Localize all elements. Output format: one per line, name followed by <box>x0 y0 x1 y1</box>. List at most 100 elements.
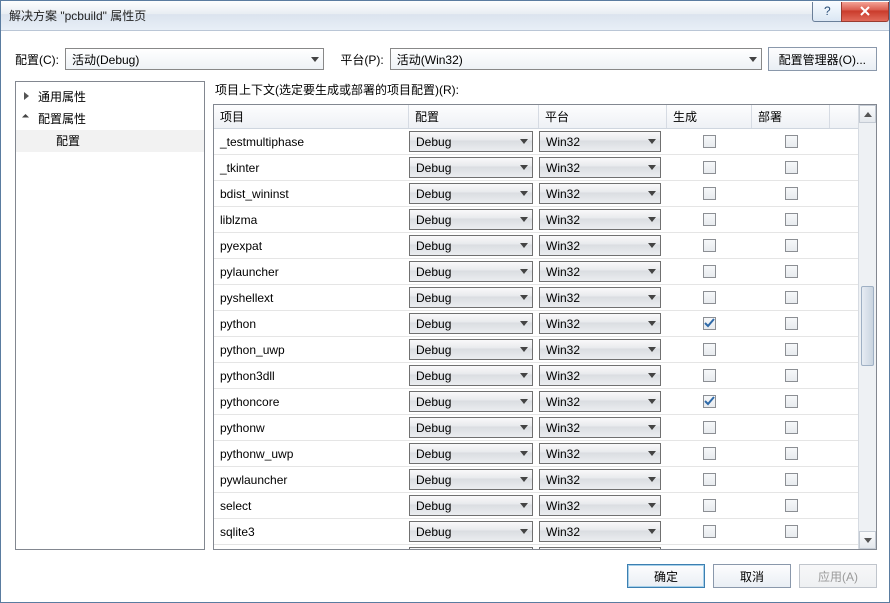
config-dropdown[interactable]: Debug <box>409 443 533 464</box>
platform-dropdown[interactable]: Win32 <box>539 339 661 360</box>
col-platform[interactable]: 平台 <box>539 105 667 128</box>
deploy-cell <box>752 155 830 180</box>
deploy-checkbox[interactable] <box>785 239 798 252</box>
deploy-checkbox[interactable] <box>785 369 798 382</box>
deploy-checkbox[interactable] <box>785 265 798 278</box>
platform-dropdown[interactable]: Win32 <box>539 521 661 542</box>
platform-dropdown[interactable]: Win32 <box>539 261 661 282</box>
platform-dropdown[interactable]: Win32 <box>539 365 661 386</box>
grid-body: _testmultiphaseDebugWin32_tkinterDebugWi… <box>214 129 858 549</box>
scroll-down-button[interactable] <box>859 531 876 549</box>
platform-dropdown[interactable]: Win32 <box>539 547 661 549</box>
tree-item-config[interactable]: 配置 <box>16 130 204 152</box>
config-dropdown[interactable]: Debug <box>409 287 533 308</box>
deploy-checkbox[interactable] <box>785 317 798 330</box>
build-checkbox[interactable] <box>703 421 716 434</box>
build-checkbox[interactable] <box>703 447 716 460</box>
platform-dropdown[interactable]: Win32 <box>539 183 661 204</box>
platform-dropdown[interactable]: Win32 <box>539 417 661 438</box>
build-cell <box>667 415 752 440</box>
build-checkbox[interactable] <box>703 213 716 226</box>
config-manager-button[interactable]: 配置管理器(O)... <box>768 47 877 71</box>
chevron-up-icon <box>864 112 872 117</box>
ok-button[interactable]: 确定 <box>627 564 705 588</box>
col-deploy[interactable]: 部署 <box>752 105 830 128</box>
tree-item-configprops[interactable]: 配置属性 <box>16 108 204 130</box>
build-cell <box>667 207 752 232</box>
build-checkbox[interactable] <box>703 343 716 356</box>
chevron-down-icon <box>520 477 528 482</box>
deploy-checkbox[interactable] <box>785 525 798 538</box>
build-checkbox[interactable] <box>703 239 716 252</box>
deploy-checkbox[interactable] <box>785 213 798 226</box>
deploy-checkbox[interactable] <box>785 135 798 148</box>
col-build[interactable]: 生成 <box>667 105 752 128</box>
deploy-checkbox[interactable] <box>785 499 798 512</box>
build-cell <box>667 519 752 544</box>
deploy-checkbox[interactable] <box>785 187 798 200</box>
platform-dropdown[interactable]: Win32 <box>539 157 661 178</box>
platform-dropdown[interactable]: Win32 <box>539 209 661 230</box>
platform-dropdown[interactable]: Win32 <box>539 235 661 256</box>
build-checkbox[interactable] <box>703 187 716 200</box>
platform-dropdown[interactable]: Win32 <box>539 495 661 516</box>
build-checkbox[interactable] <box>703 499 716 512</box>
config-dropdown[interactable]: Debug <box>409 391 533 412</box>
col-config[interactable]: 配置 <box>409 105 539 128</box>
config-dropdown[interactable]: Debug <box>409 365 533 386</box>
tree-label: 配置属性 <box>38 112 86 126</box>
vertical-scrollbar[interactable] <box>858 105 876 549</box>
deploy-checkbox[interactable] <box>785 395 798 408</box>
config-dropdown[interactable]: Debug <box>409 157 533 178</box>
project-name: pythonw_uwp <box>214 441 409 466</box>
chevron-down-icon <box>648 217 656 222</box>
build-checkbox[interactable] <box>703 317 716 330</box>
deploy-checkbox[interactable] <box>785 343 798 356</box>
deploy-checkbox[interactable] <box>785 421 798 434</box>
cancel-button[interactable]: 取消 <box>713 564 791 588</box>
config-dropdown[interactable]: Debug <box>409 183 533 204</box>
scroll-track[interactable] <box>859 123 876 531</box>
build-checkbox[interactable] <box>703 265 716 278</box>
platform-dropdown[interactable]: Win32 <box>539 287 661 308</box>
config-dropdown[interactable]: Debug <box>409 131 533 152</box>
config-dropdown[interactable]: Debug <box>409 521 533 542</box>
platform-combo[interactable]: 活动(Win32) <box>390 48 762 70</box>
apply-button[interactable]: 应用(A) <box>799 564 877 588</box>
build-checkbox[interactable] <box>703 525 716 538</box>
build-checkbox[interactable] <box>703 473 716 486</box>
platform-dropdown[interactable]: Win32 <box>539 391 661 412</box>
close-button[interactable] <box>841 2 889 22</box>
col-project[interactable]: 项目 <box>214 105 409 128</box>
deploy-checkbox[interactable] <box>785 473 798 486</box>
scroll-thumb[interactable] <box>861 286 874 366</box>
platform-dropdown[interactable]: Win32 <box>539 469 661 490</box>
scroll-up-button[interactable] <box>859 105 876 123</box>
tree-item-common[interactable]: 通用属性 <box>16 86 204 108</box>
build-checkbox[interactable] <box>703 135 716 148</box>
build-checkbox[interactable] <box>703 291 716 304</box>
nav-tree[interactable]: 通用属性 配置属性 配置 <box>15 81 205 550</box>
deploy-checkbox[interactable] <box>785 447 798 460</box>
config-dropdown[interactable]: Debug <box>409 495 533 516</box>
config-dropdown[interactable]: Debug <box>409 235 533 256</box>
config-dropdown[interactable]: Debug <box>409 261 533 282</box>
build-checkbox[interactable] <box>703 369 716 382</box>
config-dropdown[interactable]: Debug <box>409 209 533 230</box>
config-dropdown[interactable]: Debug <box>409 313 533 334</box>
config-dropdown[interactable]: Debug <box>409 547 533 549</box>
config-combo[interactable]: 活动(Debug) <box>65 48 324 70</box>
config-cell: Debug <box>409 415 539 440</box>
deploy-checkbox[interactable] <box>785 291 798 304</box>
config-dropdown[interactable]: Debug <box>409 469 533 490</box>
config-dropdown[interactable]: Debug <box>409 417 533 438</box>
platform-dropdown[interactable]: Win32 <box>539 313 661 334</box>
platform-dropdown[interactable]: Win32 <box>539 443 661 464</box>
table-row: pythonDebugWin32 <box>214 311 858 336</box>
config-dropdown[interactable]: Debug <box>409 339 533 360</box>
build-checkbox[interactable] <box>703 395 716 408</box>
platform-dropdown[interactable]: Win32 <box>539 131 661 152</box>
build-checkbox[interactable] <box>703 161 716 174</box>
help-button[interactable]: ? <box>812 2 842 22</box>
deploy-checkbox[interactable] <box>785 161 798 174</box>
